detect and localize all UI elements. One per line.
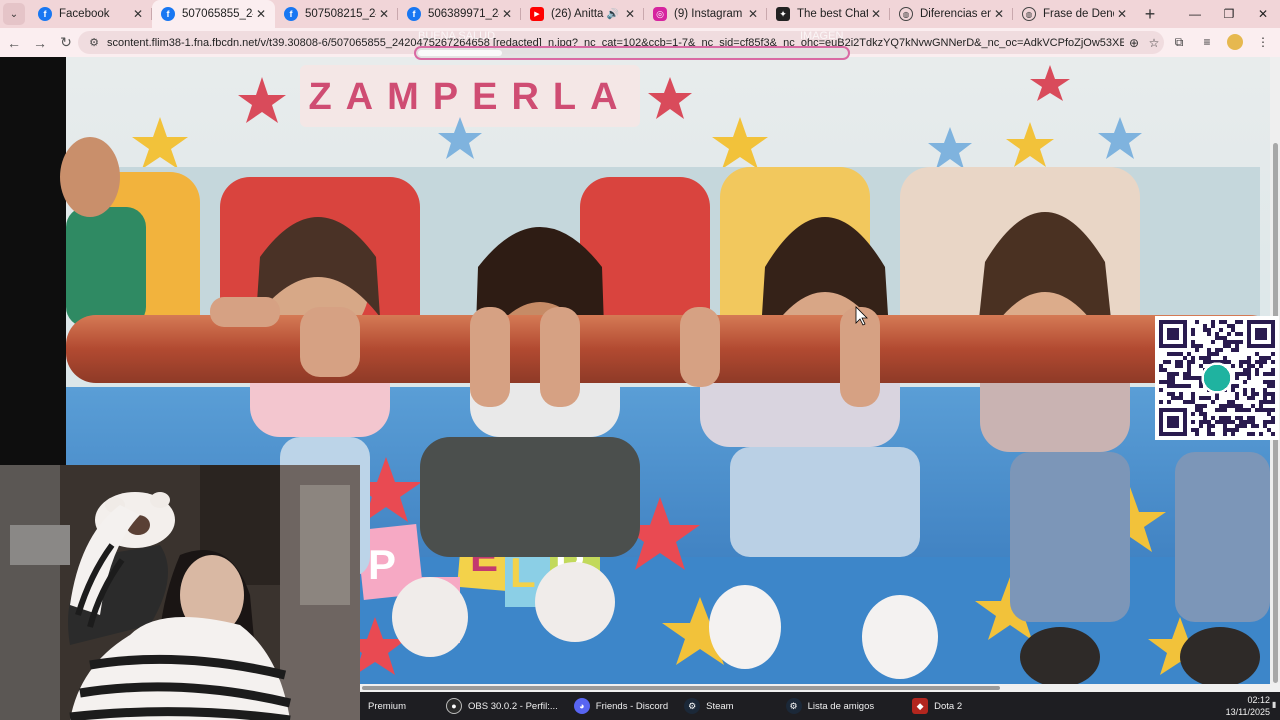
taskbar-item-obs[interactable]: ● OBS 30.0.2 - Perfil:... (438, 692, 566, 720)
webcam-overlay (0, 465, 360, 720)
restore-button[interactable]: ❐ (1212, 0, 1246, 28)
taskbar-item-label: Premium (368, 700, 407, 712)
tab-title: Frase de Dendi (1043, 8, 1114, 20)
clock-date: 13/11/2025 (1225, 707, 1270, 717)
qr-code-graphic (1159, 320, 1275, 436)
chatbot-icon: ✦ (776, 7, 790, 21)
tab-title: Diferencias emocion (920, 8, 991, 20)
facebook-icon: f (284, 7, 298, 21)
close-icon[interactable]: ✕ (130, 6, 146, 22)
obs-icon: ● (446, 698, 463, 714)
plus-icon: + (1144, 3, 1156, 24)
taskbar-item-discord[interactable]: ◕ Friends - Discord (566, 692, 676, 720)
stream-overlay-progress (414, 46, 850, 60)
instagram-icon: ◎ (653, 7, 667, 21)
close-icon[interactable]: ✕ (499, 6, 515, 22)
close-icon[interactable]: ✕ (991, 6, 1007, 22)
tab-strip: ⌄ f Facebook ✕ f 507065855_2420475 ✕ f 5… (0, 0, 1280, 28)
screen: ⌄ f Facebook ✕ f 507065855_2420475 ✕ f 5… (0, 0, 1280, 720)
tab-title: 507065855_2420475 (182, 8, 253, 20)
tab-title: 507508215_2420475 (305, 8, 376, 20)
reload-button[interactable]: ↻ (54, 31, 78, 55)
close-icon[interactable]: ✕ (1114, 6, 1130, 22)
speaker-icon[interactable]: 🔊 (607, 9, 619, 20)
chevron-down-icon: ⌄ (9, 8, 19, 20)
stream-overlay-text-right: IMAGEN (800, 30, 844, 42)
tab-chatbot[interactable]: ✦ The best ChatBot and ✕ (767, 0, 890, 28)
zoom-icon[interactable]: ⊕ (1124, 33, 1144, 53)
close-icon[interactable]: ✕ (253, 6, 269, 22)
system-clock[interactable]: 02:12 13/11/2025 (1226, 692, 1270, 720)
dota-icon: ◆ (912, 698, 929, 714)
forward-button[interactable]: → (28, 31, 52, 55)
minimize-button[interactable]: — (1178, 0, 1212, 28)
extensions-icon[interactable]: ⧉ (1168, 31, 1190, 53)
tab-image-507065855[interactable]: f 507065855_2420475 ✕ (152, 0, 275, 28)
tab-frase-dendi[interactable]: ◍ Frase de Dendi ✕ (1013, 0, 1136, 28)
tab-image-506389971[interactable]: f 506389971_2420475 ✕ (398, 0, 521, 28)
tab-youtube[interactable]: ▶ (26) Anitta - Funk 🔊 ✕ (521, 0, 644, 28)
clock-time: 02:12 (1247, 695, 1270, 705)
tab-title: Facebook (59, 8, 110, 20)
toolbar-actions: ⧉ ≡ ⋮ (1168, 31, 1274, 53)
tab-title: 506389971_2420475 (428, 8, 499, 20)
horizontal-scroll-thumb[interactable] (362, 686, 1000, 690)
facebook-icon: f (38, 7, 52, 21)
stream-overlay-text-left: BUENA SALUD (418, 30, 496, 42)
taskbar: Premium ● OBS 30.0.2 - Perfil:... ◕ Frie… (360, 692, 1280, 720)
seat-letter: P (368, 541, 396, 588)
menu-kebab-icon[interactable]: ⋮ (1252, 31, 1274, 53)
media-controls-icon[interactable]: ≡ (1196, 31, 1218, 53)
close-icon[interactable]: ✕ (868, 6, 884, 22)
bookmark-star-icon[interactable]: ☆ (1144, 33, 1164, 53)
window-controls: — ❐ ✕ (1178, 0, 1280, 28)
webcam-feed (0, 465, 360, 720)
globe-icon: ◍ (899, 7, 913, 21)
youtube-icon: ▶ (530, 7, 544, 21)
photo-banner: ZAMPERLA (300, 65, 640, 127)
photo-banner-text: ZAMPERLA (308, 76, 631, 118)
steam-icon: ⚙ (684, 698, 701, 714)
tab-facebook[interactable]: f Facebook ✕ (29, 0, 152, 28)
back-button[interactable]: ← (2, 31, 26, 55)
arrow-left-icon: ← (7, 34, 21, 51)
tab-title: (26) Anitta - Funk (551, 8, 604, 20)
yape-qr-code (1155, 316, 1279, 440)
new-tab-button[interactable]: + (1136, 0, 1164, 28)
profile-avatar[interactable] (1224, 31, 1246, 53)
site-info-icon[interactable]: ⚙ (86, 35, 102, 51)
taskbar-item-label: Dota 2 (934, 700, 963, 712)
taskbar-item-label: Lista de amigos (807, 700, 875, 712)
discord-icon: ◕ (573, 698, 590, 714)
yape-logo-icon (1201, 362, 1233, 394)
taskbar-item-dota[interactable]: ◆ Dota 2 (904, 692, 970, 720)
taskbar-item-friends-list[interactable]: ⚙ Lista de amigos (778, 692, 883, 720)
reload-icon: ↻ (60, 34, 72, 50)
taskbar-item-label: Friends - Discord (595, 700, 669, 712)
tab-instagram[interactable]: ◎ (9) Instagram ✕ (644, 0, 767, 28)
taskbar-item-steam[interactable]: ⚙ Steam (676, 692, 741, 720)
tab-title: The best ChatBot and (797, 8, 868, 20)
close-icon[interactable]: ✕ (745, 6, 761, 22)
horizontal-scrollbar[interactable] (360, 684, 1280, 692)
close-window-button[interactable]: ✕ (1246, 0, 1280, 28)
facebook-icon: f (161, 7, 175, 21)
steam-icon: ⚙ (785, 698, 802, 714)
taskbar-item-label: OBS 30.0.2 - Perfil:... (468, 700, 558, 712)
close-icon[interactable]: ✕ (622, 6, 638, 22)
facebook-icon: f (407, 7, 421, 21)
taskbar-item-spotify[interactable]: Premium (360, 692, 414, 720)
arrow-right-icon: → (33, 34, 47, 51)
tab-image-507508215[interactable]: f 507508215_2420475 ✕ (275, 0, 398, 28)
notification-icon[interactable]: ▮ (1272, 700, 1280, 712)
tab-search-button[interactable]: ⌄ (3, 3, 25, 25)
tab-title: (9) Instagram (674, 8, 743, 20)
globe-icon: ◍ (1022, 7, 1036, 21)
close-icon[interactable]: ✕ (376, 6, 392, 22)
tab-diferencias[interactable]: ◍ Diferencias emocion ✕ (890, 0, 1013, 28)
taskbar-item-label: Steam (706, 700, 734, 712)
